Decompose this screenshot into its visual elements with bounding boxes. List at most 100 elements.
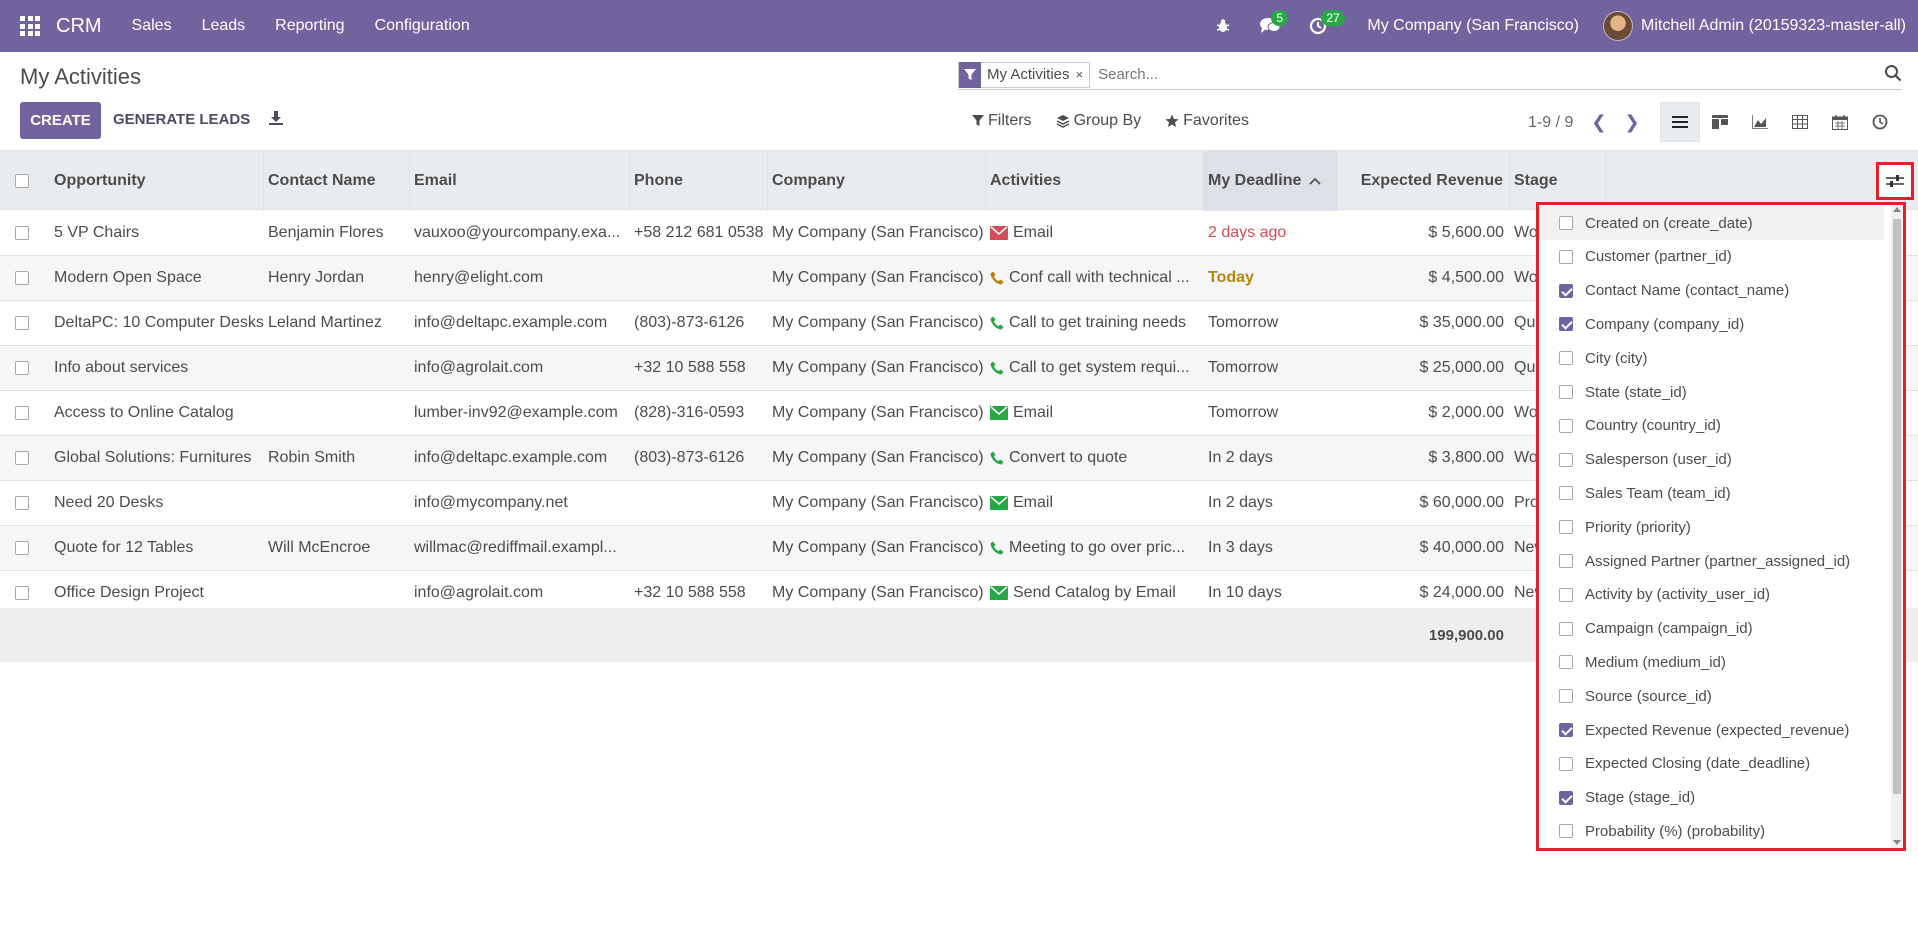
checkbox[interactable] (1559, 790, 1573, 805)
filters-dropdown[interactable]: Filters (972, 112, 1032, 130)
menu-configuration[interactable]: Configuration (375, 17, 470, 35)
activity-summary[interactable]: Conf call with technical ... (1009, 269, 1190, 287)
column-header-expected-revenue[interactable]: Expected Revenue (1338, 151, 1510, 211)
phone-icon[interactable] (990, 316, 1004, 330)
optional-column-item[interactable]: City (city) (1539, 341, 1884, 375)
activity-summary[interactable]: Send Catalog by Email (1013, 584, 1176, 602)
checkbox[interactable] (15, 174, 29, 188)
checkbox[interactable] (1559, 486, 1573, 501)
checkbox[interactable] (15, 451, 29, 465)
graph-view-icon[interactable] (1740, 102, 1780, 142)
menu-sales[interactable]: Sales (132, 17, 172, 35)
activity-summary[interactable]: Email (1013, 224, 1053, 242)
optional-column-item[interactable]: Assigned Partner (partner_assigned_id) (1539, 544, 1884, 578)
optional-column-item[interactable]: Probability (%) (probability) (1539, 814, 1884, 848)
create-button[interactable]: CREATE (20, 102, 101, 139)
optional-column-item[interactable]: Salesperson (user_id) (1539, 443, 1884, 477)
envelope-icon[interactable] (990, 586, 1008, 600)
optional-column-item[interactable]: Contact Name (contact_name) (1539, 274, 1884, 308)
download-icon[interactable] (268, 110, 284, 131)
column-header-my-deadline[interactable]: My Deadline (1204, 151, 1338, 211)
pivot-view-icon[interactable] (1780, 102, 1820, 142)
row-select[interactable] (0, 526, 44, 570)
column-header-activities[interactable]: Activities (986, 151, 1204, 211)
activity-summary[interactable]: Email (1013, 494, 1053, 512)
search-icon[interactable] (1884, 64, 1902, 87)
optional-column-item[interactable]: Company (company_id) (1539, 307, 1884, 341)
user-avatar[interactable] (1603, 11, 1633, 41)
activities-icon[interactable]: 27 (1309, 0, 1345, 52)
column-header-phone[interactable]: Phone (630, 151, 768, 211)
activity-summary[interactable]: Call to get system requi... (1009, 359, 1190, 377)
calendar-view-icon[interactable] (1820, 102, 1860, 142)
checkbox[interactable] (1559, 756, 1573, 771)
optional-column-item[interactable]: Stage (stage_id) (1539, 781, 1884, 815)
checkbox[interactable] (1559, 351, 1573, 366)
row-select[interactable] (0, 211, 44, 255)
optional-column-item[interactable]: Created on (create_date) (1539, 206, 1884, 240)
groupby-dropdown[interactable]: Group By (1056, 112, 1141, 130)
activity-view-icon[interactable] (1860, 102, 1900, 142)
checkbox[interactable] (1559, 452, 1573, 467)
activity-summary[interactable]: Meeting to go over pric... (1009, 539, 1185, 557)
pager-next-icon[interactable]: ❯ (1624, 112, 1639, 133)
column-header-email[interactable]: Email (410, 151, 630, 211)
checkbox[interactable] (15, 361, 29, 375)
scroll-up-icon[interactable] (1893, 207, 1901, 212)
optional-column-item[interactable]: Activity by (activity_user_id) (1539, 578, 1884, 612)
column-header-opportunity[interactable]: Opportunity (50, 151, 264, 211)
checkbox[interactable] (15, 406, 29, 420)
envelope-icon[interactable] (990, 406, 1008, 420)
column-header-contact-name[interactable]: Contact Name (264, 151, 410, 211)
messages-icon[interactable]: 5 (1259, 0, 1289, 52)
dropdown-scrollbar[interactable] (1891, 205, 1903, 848)
checkbox[interactable] (1559, 283, 1573, 298)
row-select[interactable] (0, 481, 44, 525)
menu-reporting[interactable]: Reporting (275, 17, 344, 35)
optional-column-item[interactable]: Expected Closing (date_deadline) (1539, 747, 1884, 781)
row-select[interactable] (0, 346, 44, 390)
optional-column-item[interactable]: Country (country_id) (1539, 409, 1884, 443)
checkbox[interactable] (1559, 587, 1573, 602)
checkbox[interactable] (1559, 723, 1573, 737)
checkbox[interactable] (1559, 520, 1573, 535)
row-select[interactable] (0, 256, 44, 300)
optional-columns-toggle[interactable] (1876, 162, 1914, 200)
checkbox[interactable] (15, 541, 29, 555)
facet-remove-icon[interactable]: × (1076, 67, 1090, 82)
checkbox[interactable] (15, 496, 29, 510)
phone-icon[interactable] (990, 541, 1004, 555)
menu-leads[interactable]: Leads (202, 17, 246, 35)
phone-icon[interactable] (990, 271, 1004, 285)
scroll-down-icon[interactable] (1893, 840, 1901, 845)
row-select[interactable] (0, 436, 44, 480)
optional-column-item[interactable]: Medium (medium_id) (1539, 645, 1884, 679)
optional-column-item[interactable]: Customer (partner_id) (1539, 240, 1884, 274)
optional-column-item[interactable]: Priority (priority) (1539, 510, 1884, 544)
activity-summary[interactable]: Convert to quote (1009, 449, 1127, 467)
row-select[interactable] (0, 301, 44, 345)
select-all-checkbox[interactable] (0, 151, 44, 211)
phone-icon[interactable] (990, 451, 1004, 465)
checkbox[interactable] (1559, 216, 1573, 230)
checkbox[interactable] (1559, 554, 1573, 568)
generate-leads-button[interactable]: GENERATE LEADS (113, 111, 250, 128)
envelope-icon[interactable] (990, 226, 1008, 240)
checkbox[interactable] (1559, 317, 1573, 332)
checkbox[interactable] (1559, 621, 1573, 636)
pager-value[interactable]: 1-9 / 9 (1528, 114, 1573, 132)
activity-summary[interactable]: Email (1013, 404, 1053, 422)
company-switcher[interactable]: My Company (San Francisco) (1367, 17, 1579, 35)
optional-column-item[interactable]: Sales Team (team_id) (1539, 476, 1884, 510)
checkbox[interactable] (15, 226, 29, 240)
envelope-icon[interactable] (990, 496, 1008, 510)
checkbox[interactable] (1559, 418, 1573, 433)
optional-column-item[interactable]: Campaign (campaign_id) (1539, 612, 1884, 646)
kanban-view-icon[interactable] (1700, 102, 1740, 142)
optional-column-item[interactable]: Source (source_id) (1539, 679, 1884, 713)
column-header-company[interactable]: Company (768, 151, 986, 211)
activity-summary[interactable]: Call to get training needs (1009, 314, 1186, 332)
checkbox[interactable] (1559, 249, 1573, 264)
checkbox[interactable] (1559, 689, 1573, 704)
checkbox[interactable] (15, 586, 29, 600)
